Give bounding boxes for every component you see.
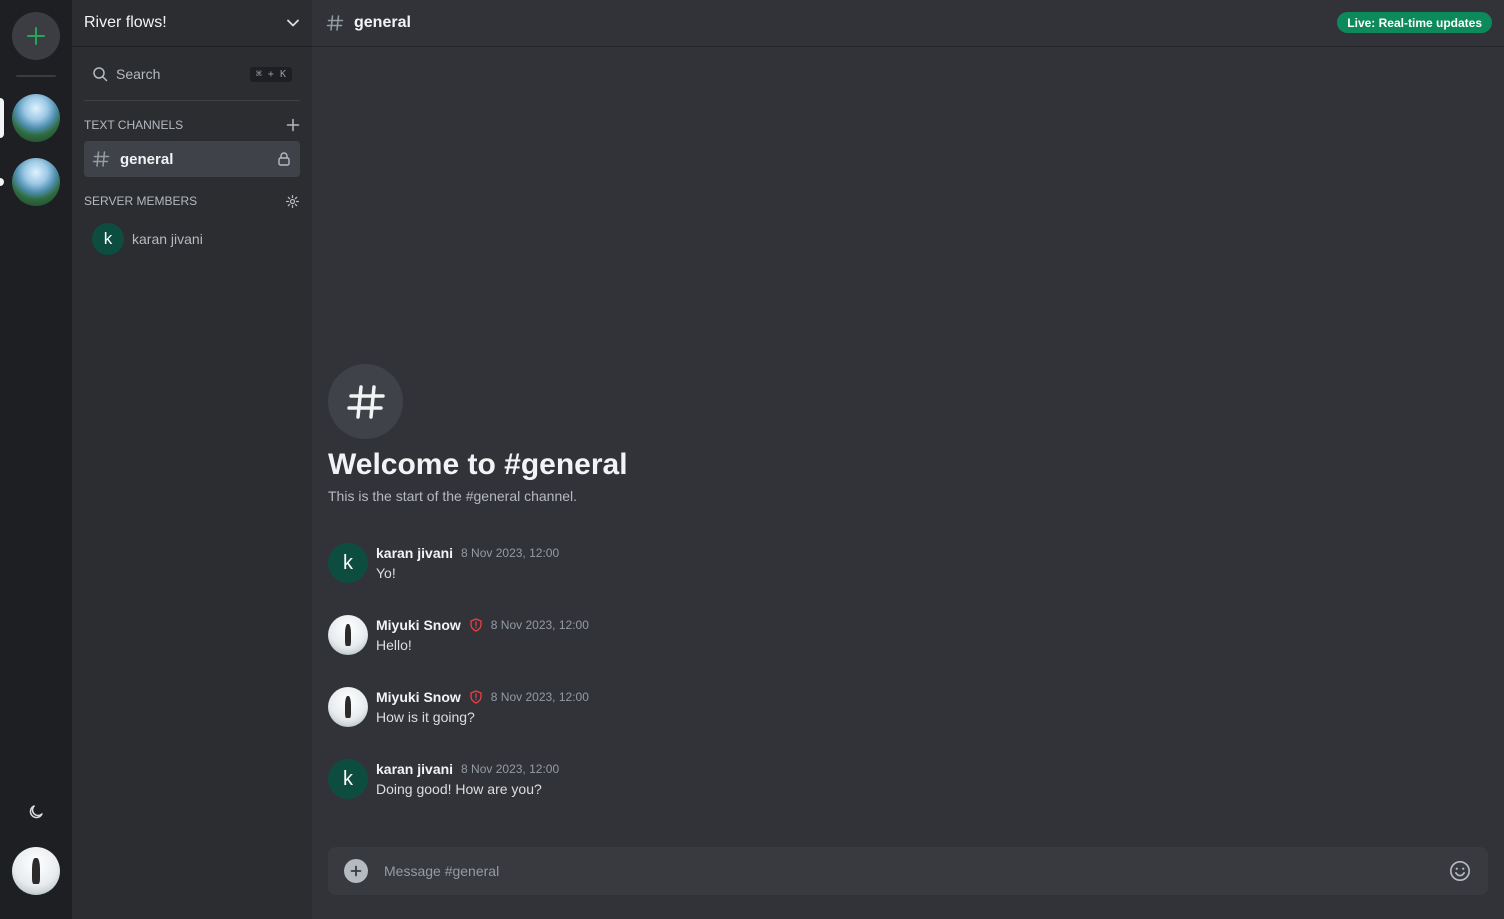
user-avatar-image <box>12 847 60 895</box>
server-header[interactable]: River flows! <box>72 0 312 47</box>
moon-icon <box>29 805 43 819</box>
emoji-button[interactable] <box>1448 859 1472 883</box>
channel-topbar: general <box>312 0 1504 47</box>
member-item[interactable]: k karan jivani <box>92 221 300 257</box>
server-image <box>12 158 60 206</box>
message-text: How is it going? <box>376 709 475 725</box>
add-server-button[interactable] <box>12 12 60 60</box>
message-timestamp: 8 Nov 2023, 12:00 <box>461 546 560 560</box>
channel-item-general[interactable]: general <box>84 141 300 177</box>
channel-name: general <box>120 150 174 168</box>
server-members-title: Server Members <box>84 194 198 208</box>
shield-alert-icon <box>469 690 483 704</box>
message-item[interactable]: k karan jivani 8 Nov 2023, 12:00 Doing g… <box>328 759 1478 831</box>
message-body: Miyuki Snow 8 Nov 2023, 12:00 Hello! <box>376 615 589 687</box>
live-status-badge: Live: Real-time updates <box>1337 12 1492 33</box>
active-server-indicator <box>0 98 4 138</box>
smile-icon <box>1450 861 1470 881</box>
search-icon <box>93 67 108 82</box>
user-avatar[interactable] <box>12 847 60 895</box>
hash-icon <box>326 15 344 31</box>
welcome-subtitle: This is the start of the #general channe… <box>328 488 578 504</box>
server-image <box>12 94 60 142</box>
message-timestamp: 8 Nov 2023, 12:00 <box>461 762 560 776</box>
message-avatar: k <box>328 543 368 583</box>
message-header: karan jivani 8 Nov 2023, 12:00 <box>376 543 559 563</box>
add-channel-icon[interactable] <box>286 118 300 132</box>
welcome-title: Welcome to #general <box>328 448 628 481</box>
server-members-header: Server Members <box>72 187 312 215</box>
channel-title: general <box>354 14 411 31</box>
avatar-image <box>328 615 368 655</box>
search-button[interactable]: Search ⌘ + K <box>84 56 300 92</box>
text-channels-header: Text Channels <box>72 111 312 139</box>
server-icon-river-flows[interactable] <box>12 94 60 142</box>
theme-toggle-button[interactable] <box>22 798 50 826</box>
server-name: River flows! <box>84 14 167 31</box>
message-text: Hello! <box>376 637 412 653</box>
message-body: Miyuki Snow 8 Nov 2023, 12:00 How is it … <box>376 687 589 759</box>
message-author[interactable]: Miyuki Snow <box>376 689 461 705</box>
message-author[interactable]: karan jivani <box>376 545 453 561</box>
message-item[interactable]: k karan jivani 8 Nov 2023, 12:00 Yo! <box>328 543 1478 615</box>
message-timestamp: 8 Nov 2023, 12:00 <box>490 690 589 704</box>
server-rail <box>0 0 72 919</box>
hash-icon <box>92 151 110 167</box>
message-list: k karan jivani 8 Nov 2023, 12:00 Yo! Miy… <box>328 543 1478 831</box>
member-name: karan jivani <box>132 231 203 247</box>
message-text: Doing good! How are you? <box>376 781 542 797</box>
chat-area: general Live: Real-time updates Welcome … <box>312 0 1504 919</box>
chevron-down-icon <box>287 19 299 27</box>
unread-server-indicator <box>0 178 4 186</box>
plus-icon <box>27 27 45 45</box>
message-avatar <box>328 687 368 727</box>
message-item[interactable]: Miyuki Snow 8 Nov 2023, 12:00 How is it … <box>328 687 1478 759</box>
channel-welcome: Welcome to #general This is the start of… <box>328 364 628 504</box>
message-avatar: k <box>328 759 368 799</box>
plus-icon <box>350 865 362 877</box>
message-timestamp: 8 Nov 2023, 12:00 <box>490 618 589 632</box>
search-label: Search <box>116 66 161 82</box>
message-body: karan jivani 8 Nov 2023, 12:00 Doing goo… <box>376 759 559 831</box>
shield-alert-icon <box>469 618 483 632</box>
channel-sidebar: River flows! Search ⌘ + K Text Channels … <box>72 0 312 919</box>
sidebar-divider <box>84 100 300 101</box>
gear-icon[interactable] <box>285 194 300 209</box>
lock-icon <box>278 152 290 166</box>
message-avatar <box>328 615 368 655</box>
rail-divider <box>16 75 56 77</box>
welcome-hash-icon <box>328 364 403 439</box>
message-header: karan jivani 8 Nov 2023, 12:00 <box>376 759 559 779</box>
message-header: Miyuki Snow 8 Nov 2023, 12:00 <box>376 687 589 707</box>
message-item[interactable]: Miyuki Snow 8 Nov 2023, 12:00 Hello! <box>328 615 1478 687</box>
attach-button[interactable] <box>344 859 368 883</box>
message-header: Miyuki Snow 8 Nov 2023, 12:00 <box>376 615 589 635</box>
message-author[interactable]: karan jivani <box>376 761 453 777</box>
message-author[interactable]: Miyuki Snow <box>376 617 461 633</box>
member-avatar: k <box>92 223 124 255</box>
message-composer <box>328 847 1488 895</box>
search-shortcut: ⌘ + K <box>249 66 292 82</box>
message-body: karan jivani 8 Nov 2023, 12:00 Yo! <box>376 543 559 615</box>
avatar-image <box>328 687 368 727</box>
message-text: Yo! <box>376 565 396 581</box>
message-input[interactable] <box>384 863 1448 879</box>
text-channels-title: Text Channels <box>84 118 184 132</box>
server-icon-second[interactable] <box>12 158 60 206</box>
